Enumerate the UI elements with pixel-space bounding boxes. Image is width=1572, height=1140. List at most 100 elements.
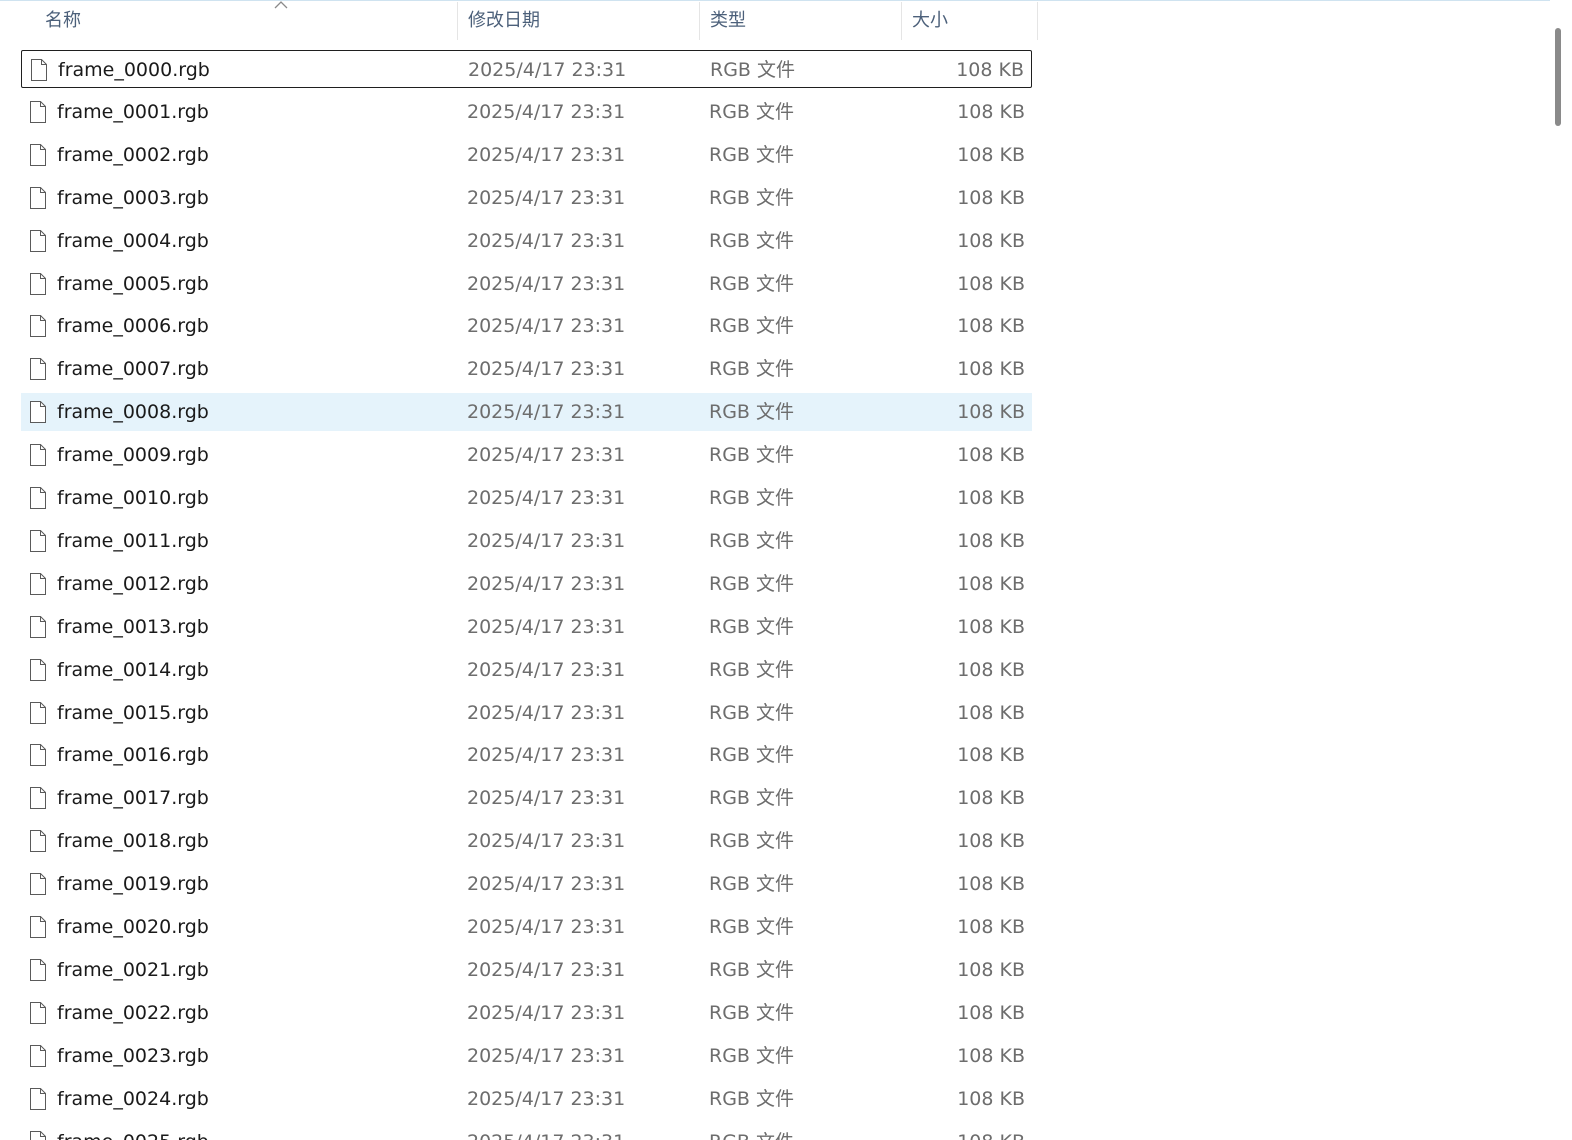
file-modified-date: 2025/4/17 23:31 (467, 187, 626, 209)
file-name: frame_0024.rgb (57, 1088, 209, 1110)
file-size: 108 KB (957, 702, 1025, 724)
file-row[interactable]: frame_0008.rgb 2025/4/17 23:31 RGB 文件 108 K… (21, 393, 1032, 431)
file-type: RGB 文件 (709, 1045, 794, 1067)
file-modified-date: 2025/4/17 23:31 (467, 1088, 626, 1110)
file-row[interactable]: frame_0013.rgb 2025/4/17 23:31 RGB 文件 108 K… (21, 608, 1032, 646)
file-row[interactable]: frame_0001.rgb 2025/4/17 23:31 RGB 文件 108 K… (21, 93, 1032, 131)
file-type: RGB 文件 (709, 358, 794, 380)
file-modified-date: 2025/4/17 23:31 (467, 959, 626, 981)
file-row[interactable]: frame_0019.rgb 2025/4/17 23:31 RGB 文件 108 K… (21, 865, 1032, 903)
file-size: 108 KB (957, 1123, 1025, 1140)
file-size: 108 KB (957, 959, 1025, 981)
file-row[interactable]: frame_0006.rgb 2025/4/17 23:31 RGB 文件 108 K… (21, 307, 1032, 345)
column-header-size-label: 大小 (912, 10, 948, 31)
file-size: 108 KB (957, 659, 1025, 681)
file-row[interactable]: frame_0022.rgb 2025/4/17 23:31 RGB 文件 108 K… (21, 994, 1032, 1032)
file-modified-date: 2025/4/17 23:31 (467, 916, 626, 938)
file-row[interactable]: frame_0011.rgb 2025/4/17 23:31 RGB 文件 108 K… (21, 522, 1032, 560)
file-icon (30, 1002, 46, 1024)
file-icon (30, 830, 46, 852)
file-row[interactable]: frame_0023.rgb 2025/4/17 23:31 RGB 文件 108 K… (21, 1037, 1032, 1075)
file-name: frame_0022.rgb (57, 1002, 209, 1024)
column-header-modified[interactable]: 修改日期 (458, 2, 700, 40)
file-type: RGB 文件 (709, 444, 794, 466)
file-icon (31, 59, 47, 81)
column-header-type[interactable]: 类型 (700, 2, 902, 40)
file-row[interactable]: frame_0003.rgb 2025/4/17 23:31 RGB 文件 108 K… (21, 179, 1032, 217)
file-type: RGB 文件 (709, 1002, 794, 1024)
file-modified-date: 2025/4/17 23:31 (467, 530, 626, 552)
file-type: RGB 文件 (709, 230, 794, 252)
file-row[interactable]: frame_0016.rgb 2025/4/17 23:31 RGB 文件 108 K… (21, 736, 1032, 774)
file-row[interactable]: frame_0015.rgb 2025/4/17 23:31 RGB 文件 108 K… (21, 694, 1032, 732)
file-row[interactable]: frame_0024.rgb 2025/4/17 23:31 RGB 文件 108 K… (21, 1080, 1032, 1118)
file-row[interactable]: frame_0018.rgb 2025/4/17 23:31 RGB 文件 108 K… (21, 822, 1032, 860)
file-name: frame_0012.rgb (57, 573, 209, 595)
file-icon (30, 916, 46, 938)
file-size: 108 KB (957, 830, 1025, 852)
file-modified-date: 2025/4/17 23:31 (467, 144, 626, 166)
file-modified-date: 2025/4/17 23:31 (467, 1123, 625, 1140)
file-row[interactable]: frame_0017.rgb 2025/4/17 23:31 RGB 文件 108 K… (21, 779, 1032, 817)
file-modified-date: 2025/4/17 23:31 (467, 616, 626, 638)
file-modified-date: 2025/4/17 23:31 (467, 315, 626, 337)
column-header-size[interactable]: 大小 (902, 2, 1038, 40)
file-type: RGB 文件 (709, 659, 794, 681)
file-name: frame_0010.rgb (57, 487, 209, 509)
file-row[interactable]: frame_0007.rgb 2025/4/17 23:31 RGB 文件 108 K… (21, 350, 1032, 388)
file-name: frame_0000.rgb (58, 59, 210, 81)
file-icon (30, 144, 46, 166)
file-size: 108 KB (957, 1045, 1025, 1067)
file-row[interactable]: frame_0025.rgb 2025/4/17 23:31 RGB 文件 108 K… (21, 1123, 1032, 1140)
file-modified-date: 2025/4/17 23:31 (467, 1002, 626, 1024)
file-name: frame_0011.rgb (57, 530, 209, 552)
file-name: frame_0007.rgb (57, 358, 209, 380)
file-size: 108 KB (957, 616, 1025, 638)
column-header-name[interactable]: 名称 (35, 1, 458, 40)
file-size: 108 KB (957, 744, 1025, 766)
file-type: RGB 文件 (709, 873, 794, 895)
file-size: 108 KB (957, 1088, 1025, 1110)
file-modified-date: 2025/4/17 23:31 (467, 273, 626, 295)
file-row[interactable]: frame_0005.rgb 2025/4/17 23:31 RGB 文件 108 K… (21, 265, 1032, 303)
file-name: frame_0006.rgb (57, 315, 209, 337)
file-icon (30, 616, 46, 638)
column-header-bar: 名称 修改日期 类型 大小 (0, 1, 1040, 40)
file-size: 108 KB (957, 573, 1025, 595)
file-row[interactable]: frame_0014.rgb 2025/4/17 23:31 RGB 文件 108 K… (21, 651, 1032, 689)
scrollbar-thumb[interactable] (1555, 28, 1561, 126)
file-modified-date: 2025/4/17 23:31 (467, 230, 626, 252)
file-name: frame_0005.rgb (57, 273, 209, 295)
file-row[interactable]: frame_0020.rgb 2025/4/17 23:31 RGB 文件 108 K… (21, 908, 1032, 946)
file-row[interactable]: frame_0010.rgb 2025/4/17 23:31 RGB 文件 108 K… (21, 479, 1032, 517)
file-size: 108 KB (957, 487, 1025, 509)
file-modified-date: 2025/4/17 23:31 (467, 573, 626, 595)
file-type: RGB 文件 (709, 315, 794, 337)
file-size: 108 KB (957, 187, 1025, 209)
file-row[interactable]: frame_0012.rgb 2025/4/17 23:31 RGB 文件 108 K… (21, 565, 1032, 603)
file-icon (30, 230, 46, 252)
file-size: 108 KB (957, 401, 1025, 423)
file-type: RGB 文件 (709, 487, 794, 509)
file-type: RGB 文件 (709, 273, 794, 295)
file-icon (30, 1088, 46, 1110)
column-header-name-label: 名称 (45, 10, 81, 31)
file-modified-date: 2025/4/17 23:31 (467, 830, 626, 852)
sort-ascending-icon (274, 1, 288, 9)
file-row[interactable]: frame_0004.rgb 2025/4/17 23:31 RGB 文件 108 K… (21, 222, 1032, 260)
file-row[interactable]: frame_0021.rgb 2025/4/17 23:31 RGB 文件 108 K… (21, 951, 1032, 989)
file-row[interactable]: frame_0009.rgb 2025/4/17 23:31 RGB 文件 108 K… (21, 436, 1032, 474)
file-name: frame_0003.rgb (57, 187, 209, 209)
file-size: 108 KB (956, 59, 1024, 81)
file-modified-date: 2025/4/17 23:31 (467, 401, 626, 423)
column-separator[interactable] (1037, 2, 1038, 40)
file-type: RGB 文件 (709, 401, 794, 423)
file-icon (30, 659, 46, 681)
file-icon (30, 101, 46, 123)
file-row[interactable]: frame_0000.rgb 2025/4/17 23:31 RGB 文件 108 K… (21, 50, 1032, 88)
file-name: frame_0002.rgb (57, 144, 209, 166)
file-row[interactable]: frame_0002.rgb 2025/4/17 23:31 RGB 文件 108 K… (21, 136, 1032, 174)
vertical-scrollbar[interactable] (1544, 0, 1572, 1140)
file-type: RGB 文件 (710, 59, 795, 81)
file-icon (30, 444, 46, 466)
